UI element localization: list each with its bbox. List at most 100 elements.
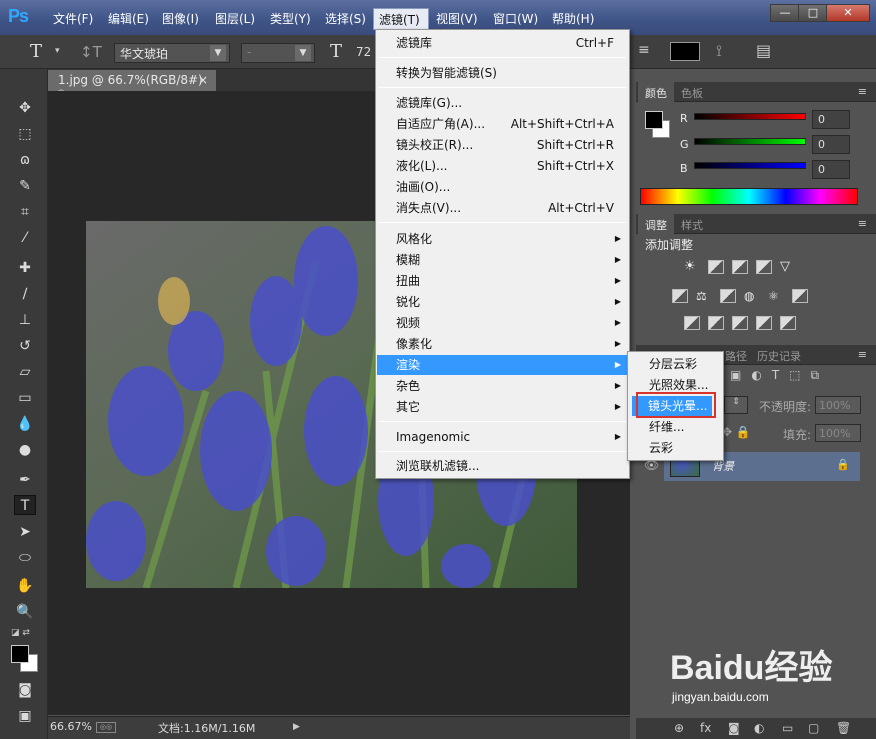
- eyedropper-tool-icon[interactable]: ⁄: [14, 228, 36, 248]
- filter-smart-icon[interactable]: ⧉: [811, 368, 820, 383]
- link-layers-icon[interactable]: ⊕: [674, 721, 684, 735]
- channel-mixer-icon[interactable]: ⚛: [768, 289, 784, 303]
- lock-position-icon[interactable]: ✥ 🔒: [722, 425, 751, 439]
- photo-filter-icon[interactable]: ◍: [744, 289, 760, 303]
- delete-layer-icon[interactable]: 🗑: [836, 721, 851, 735]
- crop-tool-icon[interactable]: ⌗: [14, 202, 36, 222]
- menu-item-noise[interactable]: 杂色 ▶: [377, 376, 628, 396]
- maximize-button[interactable]: □: [798, 4, 828, 22]
- type-tool-icon[interactable]: T: [30, 41, 42, 62]
- menu-select[interactable]: 选择(S): [325, 10, 366, 27]
- menu-item-pixelate[interactable]: 像素化 ▶: [377, 334, 628, 354]
- menu-item-liquify[interactable]: 液化(L)... Shift+Ctrl+X: [377, 156, 628, 176]
- healing-brush-tool-icon[interactable]: ✚: [14, 258, 36, 278]
- b-slider[interactable]: [694, 162, 806, 169]
- color-balance-icon[interactable]: ⚖: [696, 289, 712, 303]
- move-tool-icon[interactable]: ✥: [14, 98, 36, 118]
- path-selection-tool-icon[interactable]: ➤: [14, 522, 36, 542]
- document-tab[interactable]: 1.jpg @ 66.7%(RGB/8#) * ×: [48, 70, 216, 101]
- posterize-icon[interactable]: [708, 316, 724, 330]
- zoom-tool-icon[interactable]: 🔍: [14, 602, 36, 622]
- menu-image[interactable]: 图像(I): [162, 10, 199, 27]
- minimize-button[interactable]: —: [770, 4, 800, 22]
- menu-item-video[interactable]: 视频 ▶: [377, 313, 628, 333]
- color-spectrum-bar[interactable]: [640, 188, 858, 205]
- menu-view[interactable]: 视图(V): [436, 10, 478, 27]
- submenu-item-clouds[interactable]: 云彩: [630, 438, 721, 458]
- menu-filter[interactable]: 滤镜(T): [373, 8, 429, 30]
- g-value[interactable]: 0: [812, 135, 850, 154]
- filter-shape-icon[interactable]: ⬚: [789, 368, 800, 383]
- tab-history[interactable]: 历史记录: [750, 345, 808, 367]
- menu-edit[interactable]: 编辑(E): [108, 10, 149, 27]
- status-icon[interactable]: ◎◎: [96, 722, 116, 733]
- menu-item-blur[interactable]: 模糊 ▶: [377, 250, 628, 270]
- gradient-tool-icon[interactable]: ▭: [14, 388, 36, 408]
- new-adjustment-icon[interactable]: ◐: [754, 721, 764, 735]
- tab-swatches[interactable]: 色板: [674, 82, 710, 104]
- tab-styles[interactable]: 样式: [674, 214, 710, 236]
- new-layer-icon[interactable]: ▢: [808, 721, 819, 735]
- g-slider[interactable]: [694, 138, 806, 145]
- menu-item-oil-paint[interactable]: 油画(O)...: [377, 177, 628, 197]
- add-mask-icon[interactable]: ◙: [728, 721, 740, 735]
- brush-tool-icon[interactable]: ∕: [14, 284, 36, 304]
- hue-saturation-icon[interactable]: [672, 289, 688, 303]
- align-right-icon[interactable]: ≡: [638, 42, 656, 60]
- fx-icon[interactable]: fx: [700, 721, 711, 735]
- menu-file[interactable]: 文件(F): [53, 10, 93, 27]
- menu-item-lens-correction[interactable]: 镜头校正(R)... Shift+Ctrl+R: [377, 135, 628, 155]
- submenu-item-fibers[interactable]: 纤维...: [630, 417, 721, 437]
- warp-text-icon[interactable]: ⟟: [716, 41, 722, 61]
- submenu-item-difference-clouds[interactable]: 分层云彩: [630, 354, 721, 374]
- status-arrow-icon[interactable]: ▶: [293, 722, 300, 732]
- close-button[interactable]: ✕: [826, 4, 870, 22]
- foreground-color-swatch[interactable]: [11, 645, 29, 663]
- tab-color[interactable]: 颜色: [638, 82, 674, 104]
- menu-type[interactable]: 类型(Y): [270, 10, 311, 27]
- dodge-tool-icon[interactable]: ●: [14, 440, 36, 460]
- levels-icon[interactable]: [708, 260, 724, 274]
- blend-mode-spinner[interactable]: ⇕: [724, 396, 748, 414]
- tab-close-icon[interactable]: ×: [198, 73, 208, 87]
- threshold-icon[interactable]: [732, 316, 748, 330]
- filter-pixel-icon[interactable]: ▣: [730, 368, 741, 383]
- black-white-icon[interactable]: [720, 289, 736, 303]
- text-color-swatch[interactable]: [670, 42, 700, 61]
- menu-item-imagenomic[interactable]: Imagenomic ▶: [377, 427, 628, 447]
- filter-adjustment-icon[interactable]: ◐: [751, 368, 761, 383]
- font-family-select[interactable]: 华文琥珀 ▼: [114, 43, 230, 63]
- selective-color-icon[interactable]: [756, 316, 772, 330]
- tool-preset-arrow-icon[interactable]: ▾: [55, 46, 60, 56]
- zoom-level[interactable]: 66.67%: [50, 720, 92, 733]
- b-value[interactable]: 0: [812, 160, 850, 179]
- font-style-select[interactable]: - ▼: [241, 43, 315, 63]
- character-panel-icon[interactable]: ▤: [756, 41, 771, 60]
- menu-window[interactable]: 窗口(W): [493, 10, 538, 27]
- menu-item-browse-online-filters[interactable]: 浏览联机滤镜...: [377, 456, 628, 476]
- filter-type-icon[interactable]: T: [772, 368, 779, 383]
- panel-menu-icon[interactable]: ≡: [851, 345, 874, 364]
- curves-icon[interactable]: [732, 260, 748, 274]
- opacity-input[interactable]: 100%: [815, 396, 861, 414]
- ellipse-tool-icon[interactable]: ⬭: [14, 548, 36, 568]
- color-panel-fg-swatch[interactable]: [645, 111, 663, 129]
- menu-item-distort[interactable]: 扭曲 ▶: [377, 271, 628, 291]
- clone-stamp-tool-icon[interactable]: ⊥: [14, 310, 36, 330]
- fill-input[interactable]: 100%: [815, 424, 861, 442]
- menu-item-filter-gallery-last[interactable]: 滤镜库 Ctrl+F: [377, 33, 628, 53]
- tab-adjustments[interactable]: 调整: [638, 214, 674, 236]
- menu-item-sharpen[interactable]: 锐化 ▶: [377, 292, 628, 312]
- history-brush-tool-icon[interactable]: ↺: [14, 336, 36, 356]
- gradient-map-icon[interactable]: [780, 316, 796, 330]
- new-group-icon[interactable]: ▭: [782, 721, 793, 735]
- menu-help[interactable]: 帮助(H): [552, 10, 594, 27]
- color-lookup-icon[interactable]: [792, 289, 808, 303]
- menu-item-filter-gallery[interactable]: 滤镜库(G)...: [377, 93, 628, 113]
- screen-mode-icon[interactable]: ▣: [14, 706, 36, 726]
- menu-item-vanishing-point[interactable]: 消失点(V)... Alt+Ctrl+V: [377, 198, 628, 218]
- marquee-tool-icon[interactable]: ⬚: [14, 124, 36, 144]
- menu-item-convert-smart-filter[interactable]: 转换为智能滤镜(S): [377, 63, 628, 83]
- menu-item-adaptive-wide-angle[interactable]: 自适应广角(A)... Alt+Shift+Ctrl+A: [377, 114, 628, 134]
- menu-item-stylize[interactable]: 风格化 ▶: [377, 229, 628, 249]
